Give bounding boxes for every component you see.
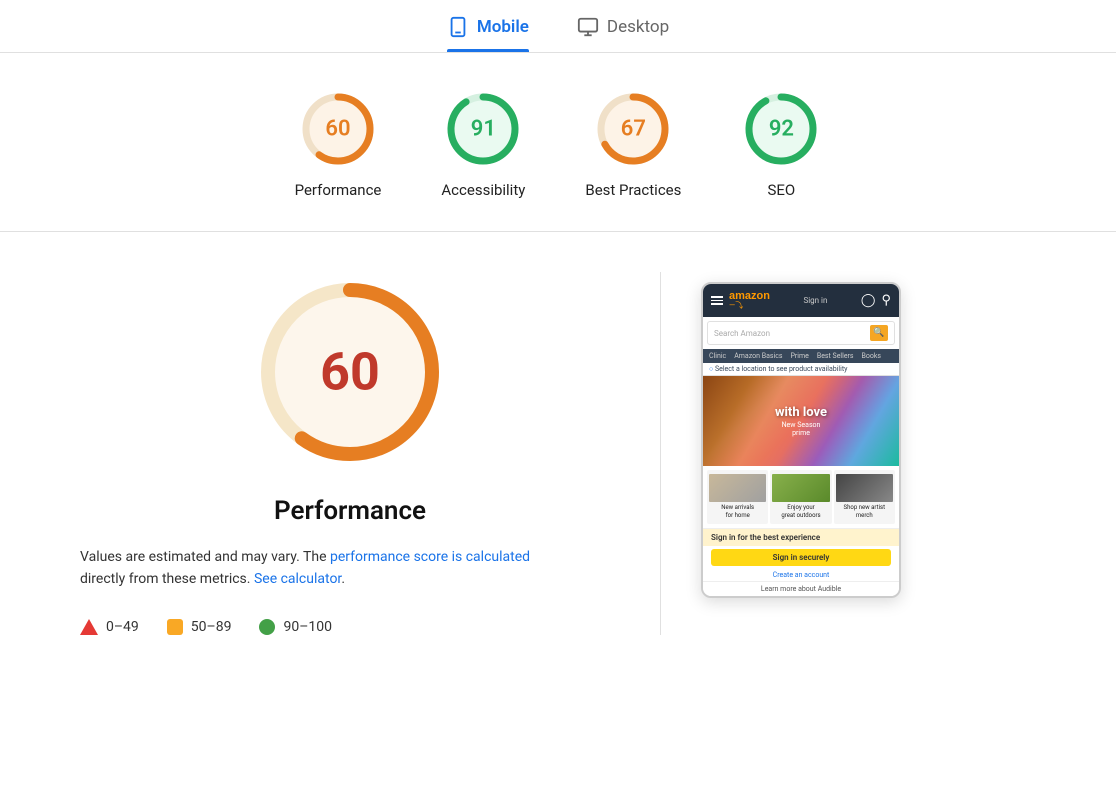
amazon-location-bar: ○ Select a location to see product avail… bbox=[703, 363, 899, 376]
amazon-create-account-link[interactable]: Create an account bbox=[703, 569, 899, 581]
amazon-audible-link[interactable]: Learn more about Audible bbox=[703, 581, 899, 596]
amazon-search-placeholder: Search Amazon bbox=[714, 329, 770, 338]
amazon-nav-bar: Clinic Amazon Basics Prime Best Sellers … bbox=[703, 349, 899, 363]
score-label-best-practices: Best Practices bbox=[585, 181, 681, 199]
score-card-best-practices[interactable]: 67 Best Practices bbox=[585, 89, 681, 199]
legend-item-red: 0–49 bbox=[80, 619, 139, 635]
score-cards-row: 60 Performance 91 Accessibility 67 Best … bbox=[0, 53, 1116, 232]
score-card-accessibility[interactable]: 91 Accessibility bbox=[441, 89, 525, 199]
amazon-logo: amazon ―⤵ bbox=[729, 290, 770, 311]
main-content: 60 Performance Values are estimated and … bbox=[0, 232, 1116, 675]
gauge-best-practices: 67 bbox=[593, 89, 673, 169]
amazon-cat-label-3: Shop new artistmerch bbox=[836, 504, 893, 520]
score-value-accessibility: 91 bbox=[471, 117, 496, 142]
mobile-icon bbox=[447, 16, 469, 38]
amazon-signin-text: Sign in bbox=[803, 296, 827, 305]
tab-desktop[interactable]: Desktop bbox=[577, 16, 669, 52]
score-card-seo[interactable]: 92 SEO bbox=[741, 89, 821, 199]
desc-text-2: directly from these metrics. bbox=[80, 571, 254, 587]
amazon-hero-text: with love bbox=[775, 405, 827, 422]
amazon-header: amazon ―⤵ Sign in ◯ ⚲ bbox=[703, 284, 899, 317]
amazon-search-bar: Search Amazon 🔍 bbox=[707, 321, 895, 345]
nav-prime: Prime bbox=[791, 352, 809, 360]
perf-score-link[interactable]: performance score is calculated bbox=[330, 549, 530, 565]
amazon-cat-img-3 bbox=[836, 474, 893, 502]
amazon-categories: New arrivalsfor home Enjoy yourgreat out… bbox=[703, 466, 899, 528]
legend-item-orange: 50–89 bbox=[167, 619, 232, 635]
perf-description: Values are estimated and may vary. The p… bbox=[80, 546, 560, 591]
amazon-cart-icon: ⚲ bbox=[881, 293, 891, 308]
left-panel: 60 Performance Values are estimated and … bbox=[80, 272, 620, 635]
desc-end: . bbox=[341, 571, 345, 587]
mobile-tab-label: Mobile bbox=[477, 17, 529, 37]
gauge-accessibility: 91 bbox=[443, 89, 523, 169]
amazon-signin-button[interactable]: Sign in securely bbox=[711, 549, 891, 566]
gauge-seo: 92 bbox=[741, 89, 821, 169]
score-value-seo: 92 bbox=[769, 117, 794, 142]
amazon-cat-1: New arrivalsfor home bbox=[707, 470, 768, 524]
amazon-nav-icons: ◯ ⚲ bbox=[861, 293, 891, 308]
big-gauge: 60 bbox=[250, 272, 450, 472]
desc-text-1: Values are estimated and may vary. The bbox=[80, 549, 330, 565]
amazon-cat-img-1 bbox=[709, 474, 766, 502]
desktop-icon bbox=[577, 16, 599, 38]
legend-item-green: 90–100 bbox=[259, 619, 332, 635]
legend-circle-icon bbox=[259, 619, 275, 635]
amazon-cat-img-2 bbox=[772, 474, 829, 502]
vertical-divider bbox=[660, 272, 661, 635]
amazon-cat-label-2: Enjoy yourgreat outdoors bbox=[772, 504, 829, 520]
nav-clinic: Clinic bbox=[709, 352, 726, 360]
score-label-seo: SEO bbox=[768, 181, 796, 199]
nav-books: Books bbox=[862, 352, 882, 360]
phone-mockup: amazon ―⤵ Sign in ◯ ⚲ Search Amazon 🔍 bbox=[701, 282, 901, 598]
score-value-performance: 60 bbox=[325, 117, 350, 142]
perf-title: Performance bbox=[80, 496, 620, 526]
legend-range-green: 90–100 bbox=[283, 619, 332, 635]
amazon-signin-prompt: Sign in for the best experience bbox=[703, 528, 899, 546]
amazon-hero-sub: New Seasonprime bbox=[775, 421, 827, 437]
score-value-best-practices: 67 bbox=[621, 117, 646, 142]
gauge-performance: 60 bbox=[298, 89, 378, 169]
nav-basics: Amazon Basics bbox=[734, 352, 782, 360]
desktop-tab-label: Desktop bbox=[607, 17, 669, 37]
amazon-screen: amazon ―⤵ Sign in ◯ ⚲ Search Amazon 🔍 bbox=[703, 284, 899, 596]
big-score-value: 60 bbox=[320, 342, 380, 403]
right-panel: amazon ―⤵ Sign in ◯ ⚲ Search Amazon 🔍 bbox=[701, 272, 901, 635]
amazon-hero-banner: with love New Seasonprime bbox=[703, 376, 899, 466]
nav-bestsellers: Best Sellers bbox=[817, 352, 854, 360]
tab-mobile[interactable]: Mobile bbox=[447, 16, 529, 52]
score-card-performance[interactable]: 60 Performance bbox=[295, 89, 382, 199]
legend-triangle-icon bbox=[80, 619, 98, 635]
score-label-performance: Performance bbox=[295, 181, 382, 199]
score-label-accessibility: Accessibility bbox=[441, 181, 525, 199]
amazon-user-icon: ◯ bbox=[861, 293, 876, 308]
legend-row: 0–49 50–89 90–100 bbox=[80, 619, 332, 635]
legend-range-orange: 50–89 bbox=[191, 619, 232, 635]
calculator-link[interactable]: See calculator bbox=[254, 571, 341, 587]
legend-range-red: 0–49 bbox=[106, 619, 139, 635]
amazon-cat-2: Enjoy yourgreat outdoors bbox=[770, 470, 831, 524]
amazon-cat-3: Shop new artistmerch bbox=[834, 470, 895, 524]
amazon-search-button: 🔍 bbox=[870, 325, 888, 341]
hamburger-icon bbox=[711, 296, 723, 305]
amazon-cat-label-1: New arrivalsfor home bbox=[709, 504, 766, 520]
tab-bar: Mobile Desktop bbox=[0, 0, 1116, 53]
legend-square-icon bbox=[167, 619, 183, 635]
